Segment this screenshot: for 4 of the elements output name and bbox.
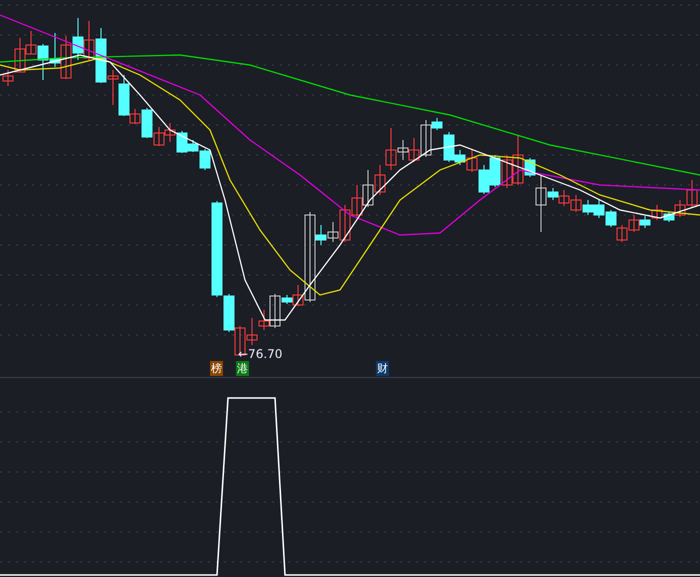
event-badge[interactable]: 榜	[210, 361, 223, 376]
event-badge[interactable]: 财	[376, 361, 389, 376]
event-badge[interactable]: 港	[236, 361, 249, 376]
low-price-label: ←76.70	[238, 347, 282, 361]
